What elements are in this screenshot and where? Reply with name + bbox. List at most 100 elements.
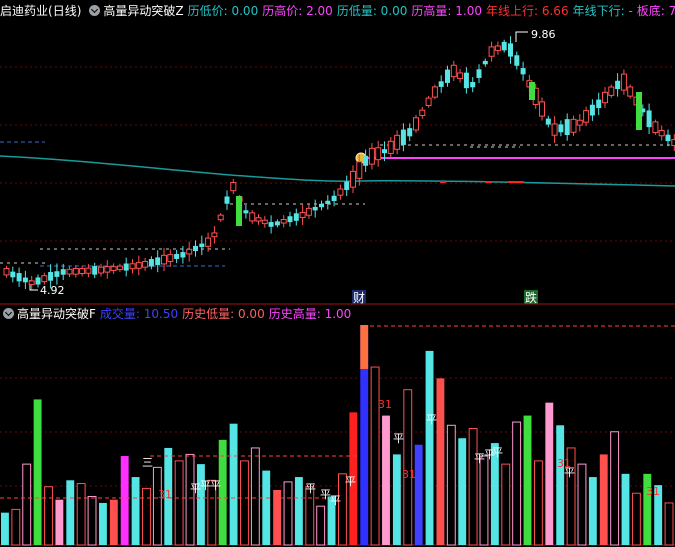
candle-body	[488, 46, 495, 57]
candle-body	[431, 86, 438, 98]
stock-chart[interactable]: 三平平平平平平平平平平 平平平3131313131 9.86 4.92 财 跌	[0, 0, 675, 547]
candle-body	[368, 147, 375, 165]
candle-body	[419, 109, 426, 117]
volume-bar	[556, 425, 565, 545]
volume-bar	[109, 499, 118, 545]
candle-body	[287, 216, 293, 223]
candle-body	[570, 118, 577, 133]
volume-bar	[33, 399, 42, 545]
volume-signal-mark: 平	[393, 432, 404, 445]
candle-body	[652, 121, 659, 133]
volume-bar	[588, 477, 597, 545]
candle-body	[268, 222, 274, 227]
candle-body	[85, 267, 92, 274]
volume-bar	[545, 402, 554, 545]
candle-body	[325, 200, 331, 204]
volume-bar	[631, 492, 641, 546]
volume-signal-mark: 31	[378, 398, 392, 411]
volume-bar	[382, 415, 390, 545]
volume-bar	[621, 473, 630, 545]
candle-body	[482, 60, 488, 65]
candle-body	[382, 149, 387, 154]
volume-signal-mark: 平	[305, 482, 316, 495]
candle-body	[514, 55, 520, 66]
candle-body	[387, 140, 394, 154]
candle-body	[627, 86, 634, 97]
candle-body	[583, 110, 590, 123]
candle-body	[438, 81, 444, 87]
candle-body	[60, 269, 66, 275]
volume-signal-mark: 三	[142, 456, 153, 469]
volume-bar	[283, 481, 293, 546]
candle-body	[305, 207, 312, 216]
candle-body	[104, 266, 111, 273]
candle-body	[148, 259, 154, 267]
volume-bar	[294, 477, 303, 545]
candle-body	[123, 263, 129, 271]
volume-bar	[120, 456, 129, 545]
candle-body	[66, 268, 73, 275]
candle-body	[217, 214, 224, 221]
volume-signal-mark: 平	[426, 413, 437, 426]
candle-body	[620, 73, 627, 91]
volume-bar	[1, 512, 9, 545]
candle-body	[243, 210, 249, 214]
fall-marker[interactable]: 跌	[525, 290, 537, 305]
candle-body	[407, 128, 413, 137]
volume-bar	[240, 460, 249, 546]
volume-bar	[468, 428, 478, 546]
price-high-label: 9.86	[531, 28, 556, 41]
volume-bar	[174, 460, 184, 546]
volume-bar	[55, 499, 64, 545]
candle-body	[54, 271, 60, 277]
volume-bar	[142, 487, 151, 546]
candle-body	[224, 196, 230, 204]
candle-body	[356, 161, 363, 179]
candle-body	[363, 155, 369, 166]
candle-body	[558, 124, 564, 133]
candle-body	[545, 118, 551, 125]
candle-body	[10, 271, 16, 278]
volume-bar	[533, 460, 543, 546]
volume-bar	[250, 447, 260, 546]
candle-body	[129, 263, 136, 270]
candle-body	[293, 213, 299, 221]
candle-body	[470, 82, 476, 88]
volume-bar	[512, 421, 522, 546]
candle-body	[665, 134, 671, 142]
volume-bar	[305, 486, 315, 546]
volume-bar	[425, 350, 434, 545]
candle-body	[344, 181, 350, 190]
candle-body	[3, 268, 10, 276]
volume-bar	[262, 470, 271, 545]
volume-bar	[599, 454, 608, 545]
candle-body	[350, 170, 356, 188]
candle-body	[79, 268, 86, 275]
candle-body	[413, 117, 419, 131]
candle-body	[337, 188, 344, 196]
candle-body	[551, 123, 558, 136]
candle-body	[400, 129, 406, 145]
candle-body	[658, 130, 665, 137]
volume-bar	[316, 505, 326, 546]
candle-body	[450, 64, 457, 78]
volume-bar	[458, 438, 467, 545]
candle-body	[394, 134, 401, 150]
volume-bar	[446, 424, 456, 546]
volume-signal-mark: 31	[158, 488, 172, 501]
candle-body	[312, 206, 318, 211]
candle-body	[646, 110, 652, 128]
finance-marker[interactable]: 财	[353, 291, 365, 305]
volume-bar	[66, 480, 75, 545]
candle-body	[110, 266, 117, 272]
green-candle	[636, 92, 642, 130]
candle-body	[608, 86, 615, 96]
candle-body	[425, 97, 432, 107]
candle-body	[205, 237, 212, 247]
candle-body	[167, 254, 174, 262]
volume-bar	[11, 508, 21, 546]
indicator-lines	[0, 31, 675, 291]
candle-body	[445, 69, 450, 83]
volume-signal-mark: 31	[557, 457, 571, 470]
candle-body	[520, 68, 526, 75]
